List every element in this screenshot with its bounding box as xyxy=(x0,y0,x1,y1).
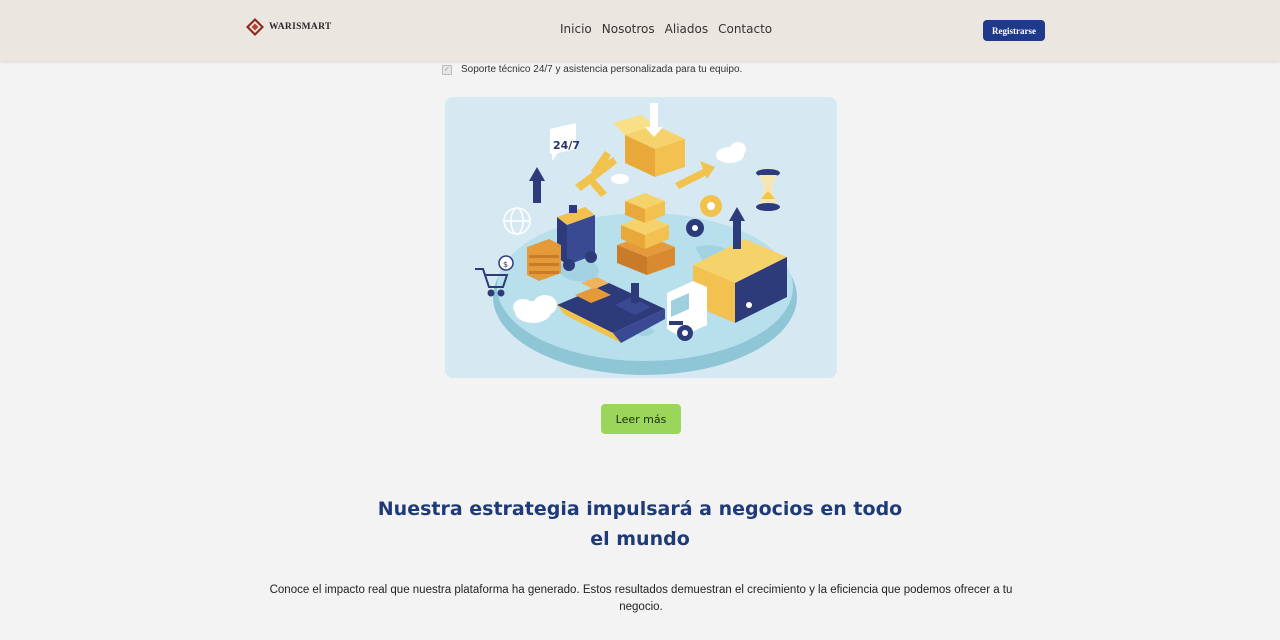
register-button[interactable]: Registrarse xyxy=(983,20,1045,41)
logo-icon xyxy=(246,18,264,36)
read-more-button[interactable]: Leer más xyxy=(601,404,681,434)
nav-link-contacto[interactable]: Contacto xyxy=(718,22,772,36)
nav-link-inicio[interactable]: Inicio xyxy=(560,22,592,36)
package-icon xyxy=(613,103,685,177)
arrow-up-icon xyxy=(529,167,545,203)
section-description: Conoce el impacto real que nuestra plata… xyxy=(269,584,1013,613)
logistics-illustration: 24/7 $ xyxy=(445,97,837,378)
globe-icon xyxy=(503,207,531,235)
feature-item: ✓ Soporte técnico 24/7 y asistencia pers… xyxy=(442,64,742,75)
section-title-line-2: el mundo xyxy=(590,528,690,550)
svg-text:24/7: 24/7 xyxy=(553,139,580,152)
plane-icon xyxy=(575,151,617,197)
hourglass-icon xyxy=(756,169,780,211)
logo-text: WARISMART xyxy=(269,22,332,32)
checkbox-icon: ✓ xyxy=(442,64,452,75)
logo[interactable]: WARISMART xyxy=(245,17,332,37)
feature-text: Soporte técnico 24/7 y asistencia person… xyxy=(461,64,743,75)
logistics-illustration-art: 24/7 $ xyxy=(475,103,797,375)
main-nav: Inicio Nosotros Aliados Contacto xyxy=(560,22,772,36)
site-header: WARISMART Inicio Nosotros Aliados Contac… xyxy=(0,0,1280,61)
nav-link-nosotros[interactable]: Nosotros xyxy=(602,22,655,36)
svg-text:$: $ xyxy=(503,260,508,269)
box-stack-icon xyxy=(617,193,675,275)
forklift-icon xyxy=(557,205,597,271)
section-title: Nuestra estrategia impulsará a negocios … xyxy=(340,494,940,554)
support-badge-icon: 24/7 xyxy=(550,123,580,161)
nav-link-aliados[interactable]: Aliados xyxy=(665,22,708,36)
section-title-line-1: Nuestra estrategia impulsará a negocios … xyxy=(377,498,903,520)
